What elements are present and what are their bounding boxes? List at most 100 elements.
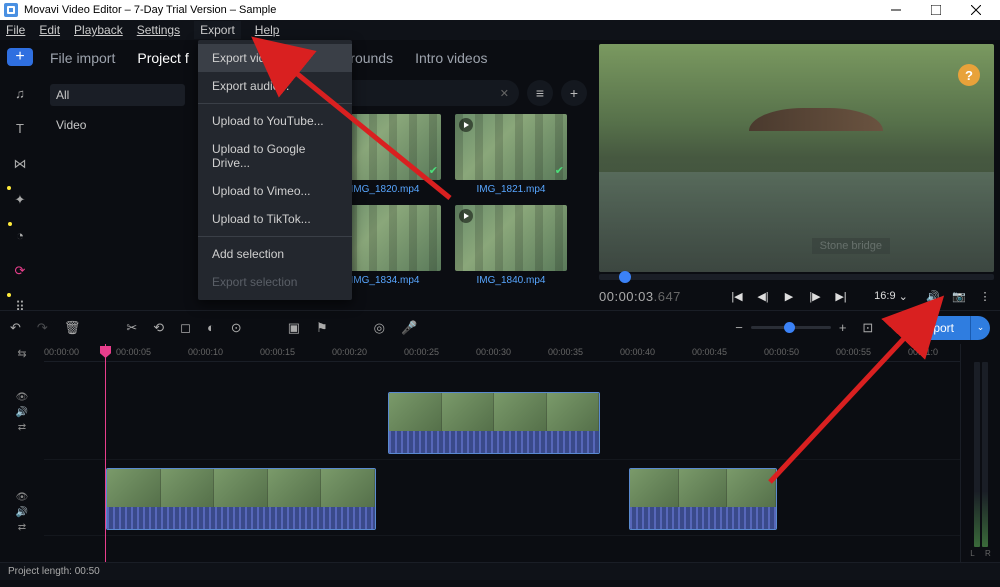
overlay-button[interactable]: ▣	[288, 320, 300, 336]
fit-button[interactable]: ⊡	[862, 320, 873, 336]
menu-settings[interactable]: Settings	[137, 23, 180, 37]
filter-button[interactable]: ≡	[527, 80, 553, 106]
track-header-video2[interactable]: 👁🔊⇄	[0, 462, 44, 562]
thumb-name: IMG_1834.mp4	[351, 275, 420, 286]
category-video[interactable]: Video	[50, 114, 185, 136]
clear-search-icon[interactable]: ✕	[500, 87, 509, 100]
thumb-name: IMG_1821.mp4	[477, 184, 546, 195]
upload-gdrive-item[interactable]: Upload to Google Drive...	[198, 135, 352, 177]
redo-button[interactable]: ↷	[37, 320, 48, 336]
category-list: All Video	[40, 76, 195, 310]
help-button[interactable]: ?	[958, 64, 980, 86]
window-maximize-button[interactable]	[916, 0, 956, 20]
zoom-in-button[interactable]: +	[839, 320, 847, 335]
next-frame-button[interactable]: |▶	[806, 290, 824, 303]
volume-button[interactable]: 🔊	[924, 290, 942, 303]
track-header-video[interactable]: 👁🔊⇄	[0, 362, 44, 462]
zoom-out-button[interactable]: −	[735, 320, 743, 335]
marker-button[interactable]: ⚑	[316, 320, 328, 336]
transitions-tab-icon[interactable]: ⋈	[14, 156, 27, 172]
window-minimize-button[interactable]	[876, 0, 916, 20]
export-audio-item[interactable]: Export audio...	[198, 72, 352, 100]
project-length-label: Project length: 00:50	[8, 566, 100, 577]
play-button[interactable]: ▶	[780, 290, 798, 303]
menu-edit[interactable]: Edit	[39, 23, 60, 37]
video-caption: Stone bridge	[812, 238, 890, 254]
window-close-button[interactable]	[956, 0, 996, 20]
preview-panel: ? Stone bridge 00:00:03.647 |◀ ◀| ▶ |▶ ▶…	[595, 40, 1000, 310]
snapshot-button[interactable]: 📷	[950, 290, 968, 303]
export-button[interactable]: Export	[903, 316, 970, 340]
aspect-ratio-button[interactable]: 16:9 ⌄	[882, 290, 900, 303]
crop-button[interactable]: ◻	[180, 320, 191, 336]
record-button[interactable]: ◎	[374, 320, 385, 336]
timeline-clip[interactable]	[388, 392, 600, 454]
preview-scrubber[interactable]	[599, 274, 994, 280]
menu-bar: File Edit Playback Settings Export Help	[0, 20, 1000, 40]
preview-controls: 00:00:03.647 |◀ ◀| ▶ |▶ ▶| 16:9 ⌄ 🔊 📷 ⋮	[599, 282, 994, 310]
color-button[interactable]: ◐	[207, 320, 215, 335]
add-files-button[interactable]: +	[561, 80, 587, 106]
preview-time: 00:00:03.647	[599, 289, 681, 304]
ai-tab-icon[interactable]: ⟳	[15, 263, 26, 279]
status-bar: Project length: 00:50	[0, 562, 1000, 580]
effects-tab-icon[interactable]: ✦	[15, 192, 26, 208]
delete-button[interactable]: 🗑	[64, 320, 81, 336]
app-logo-icon	[4, 3, 18, 17]
media-thumb[interactable]: IMG_1840.mp4	[455, 205, 567, 286]
tab-intro-videos[interactable]: Intro videos	[415, 50, 487, 66]
stickers-tab-icon[interactable]: ◔	[16, 228, 24, 243]
upload-tiktok-item[interactable]: Upload to TikTok...	[198, 205, 352, 233]
preview-menu-button[interactable]: ⋮	[976, 290, 994, 303]
audio-meters: LR	[960, 344, 1000, 562]
timeline-tracks[interactable]: 00:00:00 00:00:05 00:00:10 00:00:15 00:0…	[44, 344, 960, 562]
timeline-clip[interactable]	[106, 468, 376, 530]
tab-project-files[interactable]: Project f	[137, 50, 188, 66]
playhead[interactable]	[105, 344, 106, 562]
export-selection-item: Export selection	[198, 268, 352, 296]
add-selection-item[interactable]: Add selection	[198, 240, 352, 268]
export-video-item[interactable]: Export video...	[198, 44, 352, 72]
tab-file-import[interactable]: File import	[50, 50, 115, 66]
split-button[interactable]: ✂	[126, 320, 137, 336]
upload-youtube-item[interactable]: Upload to YouTube...	[198, 107, 352, 135]
scrub-knob[interactable]	[619, 271, 631, 283]
export-dropdown-button[interactable]: ⌄	[970, 316, 990, 340]
thumb-name: IMG_1840.mp4	[477, 275, 546, 286]
audio-tab-icon[interactable]: ♫	[15, 86, 25, 101]
export-dropdown: Export video... Export audio... Upload t…	[198, 40, 352, 300]
more-tab-icon[interactable]: ⠿	[15, 299, 25, 315]
video-track-1[interactable]	[44, 390, 960, 460]
video-preview[interactable]: ? Stone bridge	[599, 44, 994, 272]
timeline-clip[interactable]	[629, 468, 777, 530]
menu-file[interactable]: File	[6, 23, 25, 37]
timeline-toolbar: ↶ ↷ 🗑 ✂ ⟲ ◻ ◐ ⊙ ▣ ⚑ ◎ 🎤 − + ⊡ Export ⌄	[0, 310, 1000, 344]
window-title: Movavi Video Editor – 7-Day Trial Versio…	[24, 4, 276, 16]
titles-tab-icon[interactable]: T	[16, 121, 24, 136]
category-all[interactable]: All	[50, 84, 185, 106]
timeline-ruler[interactable]: 00:00:00 00:00:05 00:00:10 00:00:15 00:0…	[44, 344, 960, 362]
video-track-2[interactable]	[44, 466, 960, 536]
next-clip-button[interactable]: ▶|	[832, 290, 850, 303]
prev-clip-button[interactable]: |◀	[728, 290, 746, 303]
left-sidebar: + ♫ T ⋈ ✦ ◔ ⟳ ⠿	[0, 40, 40, 310]
timeline-settings-icon[interactable]: ⇆	[0, 344, 44, 362]
speed-button[interactable]: ⊙	[231, 320, 242, 336]
check-icon: ✔	[429, 164, 438, 177]
timeline: ⇆ 👁🔊⇄ 👁🔊⇄ 00:00:00 00:00:05 00:00:10 00:…	[0, 344, 1000, 562]
prev-frame-button[interactable]: ◀|	[754, 290, 772, 303]
thumb-name: IMG_1820.mp4	[351, 184, 420, 195]
voiceover-button[interactable]: 🎤	[401, 320, 417, 336]
menu-playback[interactable]: Playback	[74, 23, 123, 37]
menu-export[interactable]: Export	[194, 21, 241, 39]
window-titlebar: Movavi Video Editor – 7-Day Trial Versio…	[0, 0, 1000, 20]
undo-button[interactable]: ↶	[10, 320, 21, 336]
add-media-button[interactable]: +	[7, 48, 33, 66]
menu-help[interactable]: Help	[255, 23, 280, 37]
play-icon	[459, 209, 473, 223]
zoom-slider[interactable]	[751, 326, 831, 329]
media-thumb[interactable]: ✔IMG_1821.mp4	[455, 114, 567, 195]
play-icon	[459, 118, 473, 132]
upload-vimeo-item[interactable]: Upload to Vimeo...	[198, 177, 352, 205]
rotate-button[interactable]: ⟲	[153, 320, 164, 336]
